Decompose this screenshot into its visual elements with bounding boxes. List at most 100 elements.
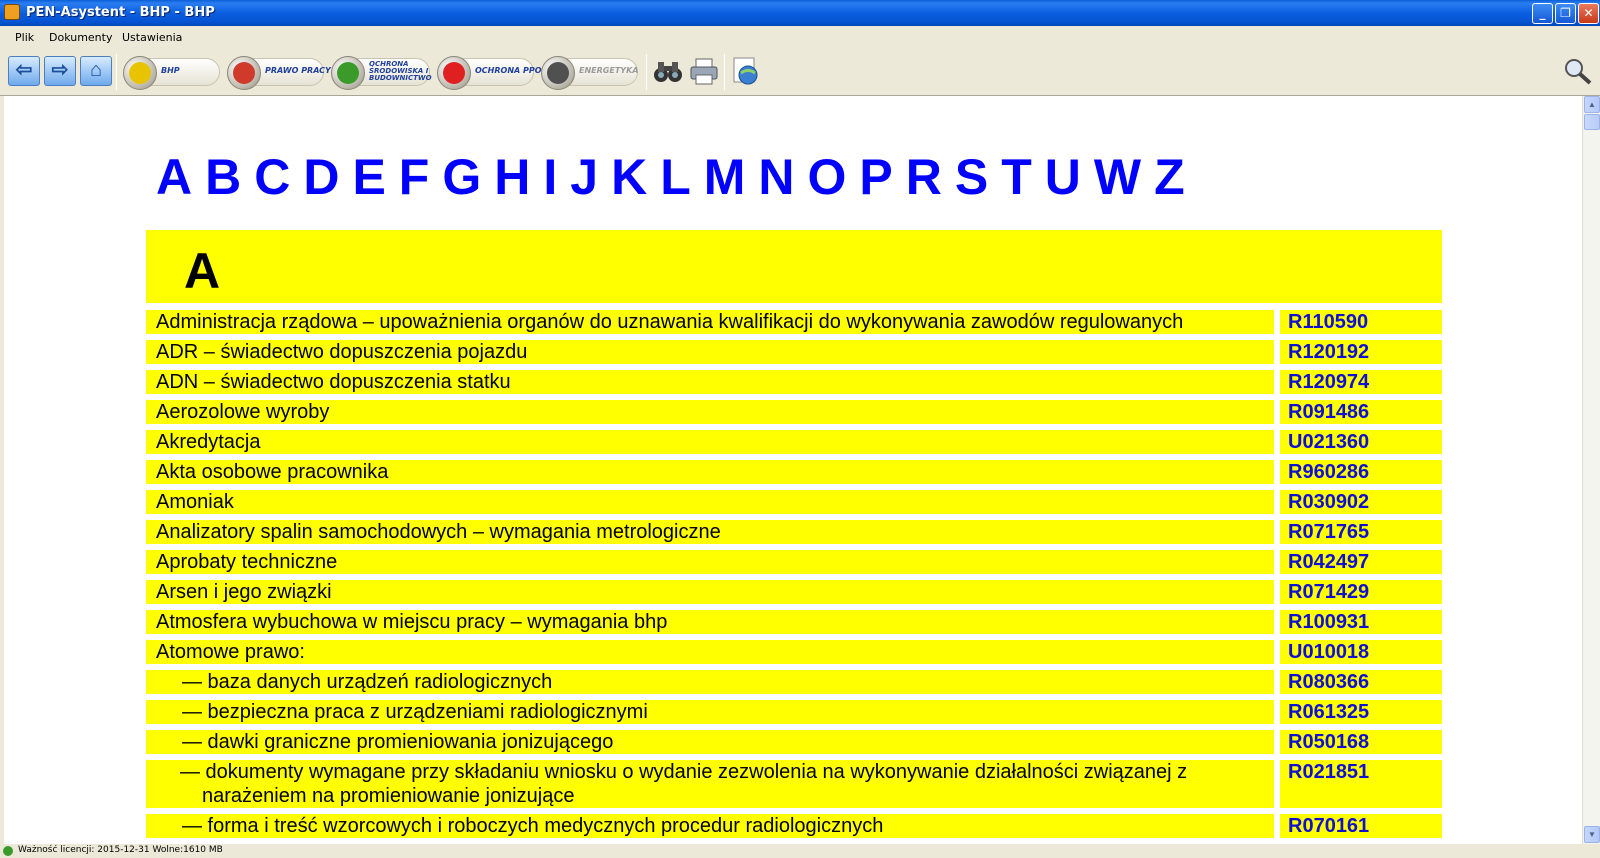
close-button[interactable]: ✕ — [1578, 3, 1599, 24]
entry-title: ADN – świadectwo dopuszczenia statku — [146, 370, 1274, 394]
printer-icon[interactable] — [688, 56, 720, 86]
menu-plik[interactable]: Plik — [15, 31, 34, 44]
license-status-icon — [3, 846, 13, 856]
entry-code-link[interactable]: R100931 — [1280, 610, 1442, 634]
table-row: Amoniak R030902 — [146, 490, 1442, 514]
alphabet-link[interactable]: A — [156, 148, 192, 206]
module-ochrona-srodowiska-label: OCHRONA ŚRODOWISKA I BUDOWNICTWO — [369, 60, 432, 82]
module-ochrona-ppoz-button[interactable]: OCHRONA PPOŻ — [437, 56, 547, 90]
entry-code-link[interactable]: R960286 — [1280, 460, 1442, 484]
vertical-scrollbar[interactable]: ▲ ▼ — [1582, 96, 1600, 844]
entry-title: Akta osobowe pracownika — [146, 460, 1274, 484]
alphabet-link[interactable]: P — [859, 148, 892, 206]
entry-title: Analizatory spalin samochodowych – wymag… — [146, 520, 1274, 544]
forward-arrow-icon[interactable]: ⇨ — [44, 56, 76, 86]
alphabet-link[interactable]: U — [1045, 148, 1081, 206]
alphabet-link[interactable]: R — [906, 148, 942, 206]
alphabet-link[interactable]: S — [955, 148, 988, 206]
alphabet-link[interactable]: E — [352, 148, 385, 206]
alphabet-link[interactable]: W — [1094, 148, 1141, 206]
entry-code-link[interactable]: U021360 — [1280, 430, 1442, 454]
scroll-thumb[interactable] — [1584, 114, 1600, 130]
alphabet-link[interactable]: F — [399, 148, 430, 206]
entry-code-link[interactable]: R120974 — [1280, 370, 1442, 394]
entry-code-link[interactable]: R071765 — [1280, 520, 1442, 544]
entry-title: Aerozolowe wyroby — [146, 400, 1274, 424]
menu-ustawienia[interactable]: Ustawienia — [122, 31, 182, 44]
document-view: ABCDEFGHIJKLMNOPRSTUWZ A Administracja r… — [0, 96, 1582, 844]
table-row: Aprobaty techniczne R042497 — [146, 550, 1442, 574]
table-row: Akredytacja U021360 — [146, 430, 1442, 454]
alphabet-link[interactable]: H — [494, 148, 530, 206]
entry-code-link[interactable]: R120192 — [1280, 340, 1442, 364]
entry-title: Akredytacja — [146, 430, 1274, 454]
alphabet-link[interactable]: I — [543, 148, 557, 206]
alphabet-link[interactable]: O — [808, 148, 847, 206]
ochrona-srodowiska-icon — [331, 56, 365, 90]
entry-code-link[interactable]: R061325 — [1280, 700, 1442, 724]
table-row: — dawki graniczne promieniowania jonizuj… — [146, 730, 1442, 754]
entry-code-link[interactable]: R050168 — [1280, 730, 1442, 754]
back-arrow-icon[interactable]: ⇦ — [8, 56, 40, 86]
window-title: PEN-Asystent - BHP - BHP — [26, 5, 215, 20]
maximize-button[interactable]: ❐ — [1555, 3, 1576, 24]
table-row: — dokumenty wymagane przy składaniu wnio… — [146, 760, 1442, 808]
alphabet-link[interactable]: M — [704, 148, 746, 206]
status-text: Ważność licencji: 2015-12-31 Wolne:1610 … — [18, 845, 223, 855]
alphabet-link[interactable]: Z — [1154, 148, 1185, 206]
alphabet-link[interactable]: J — [570, 148, 598, 206]
entry-code-link[interactable]: R021851 — [1280, 760, 1442, 808]
entry-title: — forma i treść wzorcowych i roboczych m… — [146, 814, 1274, 838]
entry-title: Amoniak — [146, 490, 1274, 514]
entry-code-link[interactable]: U010018 — [1280, 640, 1442, 664]
entry-code-link[interactable]: R091486 — [1280, 400, 1442, 424]
minimize-button[interactable]: _ — [1532, 3, 1553, 24]
table-row: — bezpieczna praca z urządzeniami radiol… — [146, 700, 1442, 724]
globe-icon[interactable] — [730, 56, 762, 86]
entry-code-link[interactable]: R080366 — [1280, 670, 1442, 694]
alphabet-link[interactable]: D — [303, 148, 339, 206]
module-prawo-pracy-button[interactable]: PRAWO PRACY — [227, 56, 331, 90]
toolbar-separator — [116, 54, 117, 90]
module-bhp-button[interactable]: BHP — [123, 56, 220, 90]
section-letter: A — [184, 243, 221, 299]
module-ochrona-srodowiska-button[interactable]: OCHRONA ŚRODOWISKA I BUDOWNICTWO — [331, 56, 432, 90]
entry-code-link[interactable]: R070161 — [1280, 814, 1442, 838]
table-row: Akta osobowe pracownika R960286 — [146, 460, 1442, 484]
alphabet-index: ABCDEFGHIJKLMNOPRSTUWZ — [156, 148, 1198, 206]
module-energetyka-button[interactable]: ENERGETYKA — [541, 56, 639, 90]
alphabet-link[interactable]: G — [442, 148, 481, 206]
section-header: A — [146, 230, 1442, 303]
toolbar-separator — [646, 54, 647, 90]
entry-code-link[interactable]: R030902 — [1280, 490, 1442, 514]
scroll-down-button[interactable]: ▼ — [1584, 826, 1600, 843]
alphabet-link[interactable]: C — [254, 148, 290, 206]
toolbar: ⇦ ⇨ ⌂ BHP PRAWO PRACY OCHRONA ŚRODOWISKA… — [0, 48, 1600, 96]
table-row: Analizatory spalin samochodowych – wymag… — [146, 520, 1442, 544]
entry-title: Aprobaty techniczne — [146, 550, 1274, 574]
entry-code-link[interactable]: R071429 — [1280, 580, 1442, 604]
app-icon — [4, 4, 20, 20]
table-row: Atomowe prawo: U010018 — [146, 640, 1442, 664]
energetyka-icon — [541, 56, 575, 90]
table-row: Arsen i jego związki R071429 — [146, 580, 1442, 604]
menu-bar: Plik Dokumenty Ustawienia — [0, 26, 1600, 48]
binoculars-icon[interactable] — [652, 56, 684, 86]
menu-dokumenty[interactable]: Dokumenty — [49, 31, 112, 44]
entry-title: — baza danych urządzeń radiologicznych — [146, 670, 1274, 694]
status-bar: Ważność licencji: 2015-12-31 Wolne:1610 … — [0, 844, 1600, 858]
entry-title: — bezpieczna praca z urządzeniami radiol… — [146, 700, 1274, 724]
entry-code-link[interactable]: R110590 — [1280, 310, 1442, 334]
entry-code-link[interactable]: R042497 — [1280, 550, 1442, 574]
module-energetyka-label: ENERGETYKA — [579, 66, 639, 75]
entry-title: Arsen i jego związki — [146, 580, 1274, 604]
scroll-up-button[interactable]: ▲ — [1584, 96, 1600, 113]
alphabet-link[interactable]: B — [205, 148, 241, 206]
alphabet-link[interactable]: K — [611, 148, 647, 206]
alphabet-link[interactable]: L — [660, 148, 691, 206]
magnifier-icon[interactable] — [1562, 56, 1594, 86]
entry-title: Atmosfera wybuchowa w miejscu pracy – wy… — [146, 610, 1274, 634]
home-icon[interactable]: ⌂ — [80, 56, 112, 86]
alphabet-link[interactable]: N — [758, 148, 794, 206]
alphabet-link[interactable]: T — [1001, 148, 1032, 206]
